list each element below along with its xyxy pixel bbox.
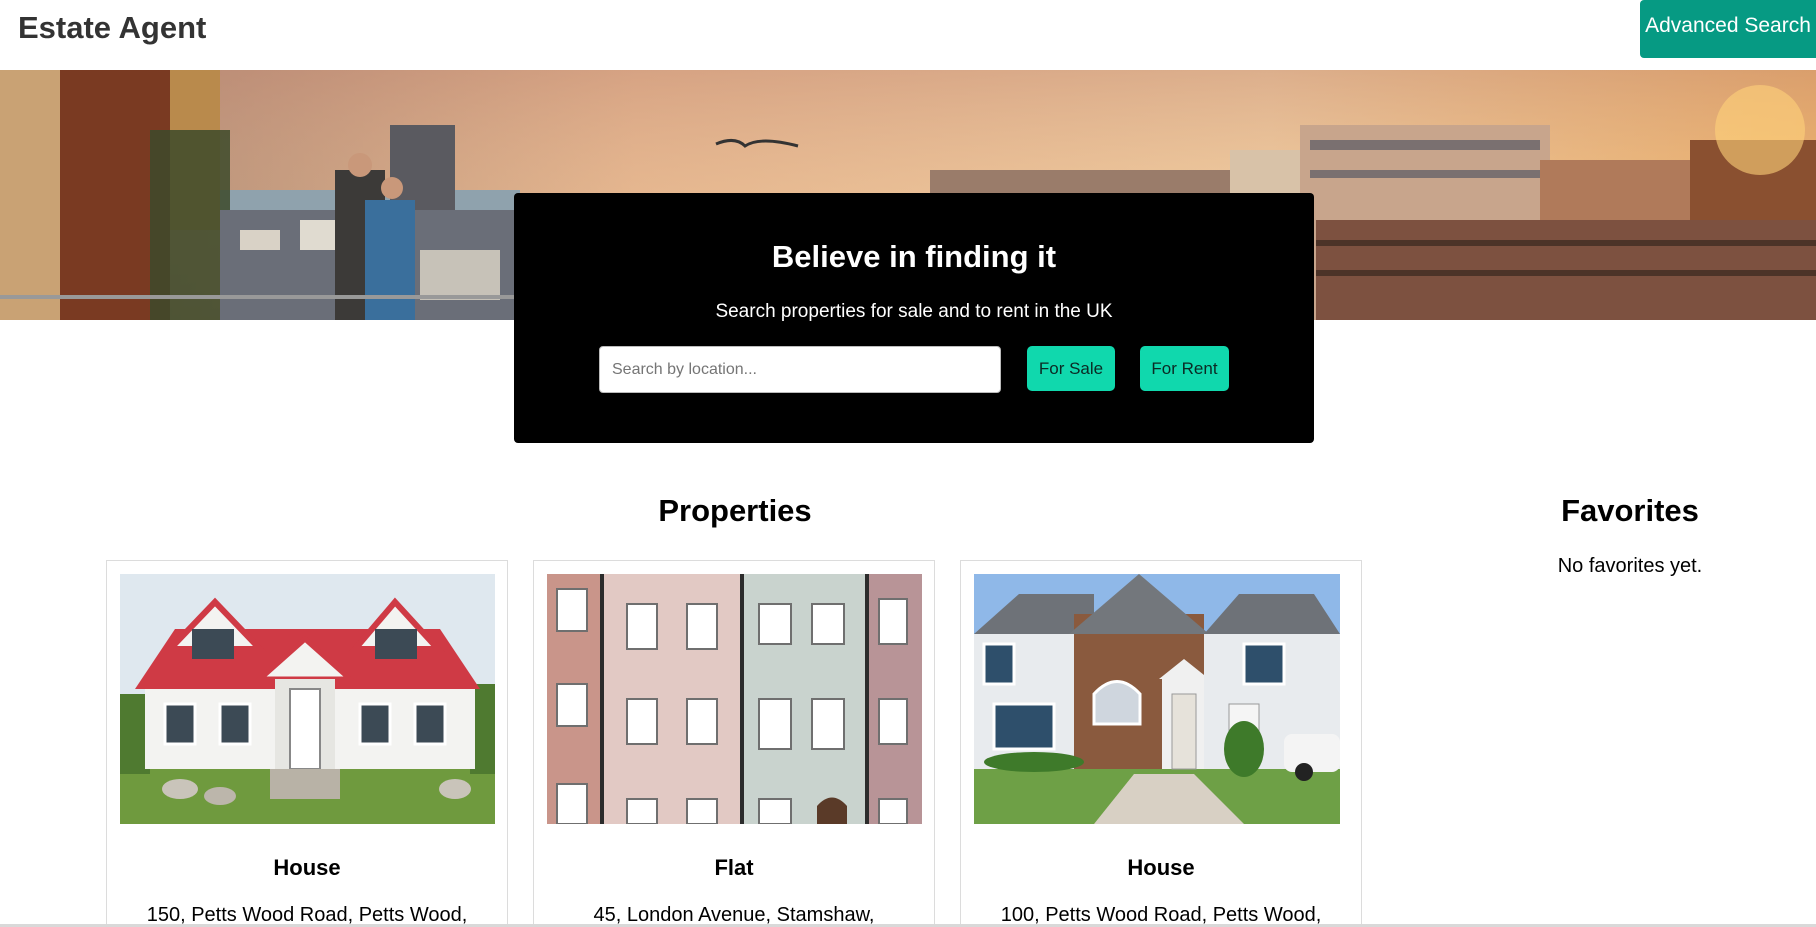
favorites-empty-message: No favorites yet. bbox=[1557, 555, 1703, 577]
site-logo-text[interactable]: Estate Agent bbox=[18, 10, 206, 46]
properties-heading: Properties bbox=[658, 493, 812, 528]
property-photo[interactable] bbox=[547, 574, 922, 824]
property-card[interactable]: House 150, Petts Wood Road, Petts Wood, bbox=[106, 560, 508, 927]
property-type: House bbox=[273, 855, 341, 880]
property-photo[interactable] bbox=[974, 574, 1349, 824]
search-subtitle: Search properties for sale and to rent i… bbox=[715, 301, 1113, 322]
property-photo[interactable] bbox=[120, 574, 495, 824]
for-rent-button[interactable]: For Rent bbox=[1140, 346, 1229, 391]
favorites-heading: Favorites bbox=[1561, 493, 1699, 528]
top-header: Estate Agent Advanced Search bbox=[0, 0, 1816, 70]
search-panel: Believe in finding it Search properties … bbox=[514, 193, 1314, 443]
for-sale-button[interactable]: For Sale bbox=[1027, 346, 1115, 391]
advanced-search-button[interactable]: Advanced Search bbox=[1640, 0, 1816, 58]
property-card[interactable]: Flat 45, London Avenue, Stamshaw, bbox=[533, 560, 935, 927]
location-search-input[interactable] bbox=[599, 346, 1001, 393]
search-headline: Believe in finding it bbox=[771, 239, 1057, 274]
property-card[interactable]: House 100, Petts Wood Road, Petts Wood, bbox=[960, 560, 1362, 927]
property-type: House bbox=[1127, 855, 1195, 880]
property-type: Flat bbox=[714, 855, 754, 880]
